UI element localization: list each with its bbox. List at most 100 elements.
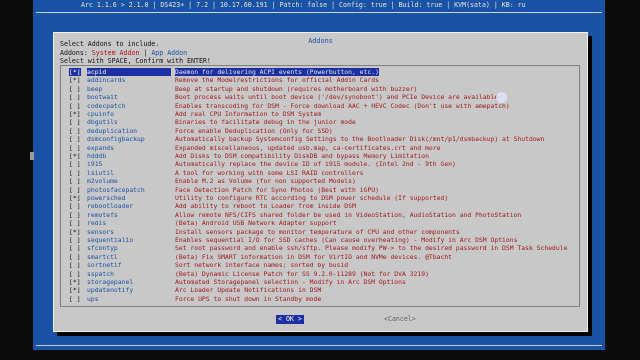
addon-checkbox[interactable]: [ ] xyxy=(69,261,81,269)
addon-name: photosfacepatch xyxy=(87,185,145,194)
addon-row-cpuinfo[interactable]: [*] cpuinfo Add real CPU Information to DS… xyxy=(61,110,579,118)
addon-row-photosfacepatch[interactable]: [ ] photosfacepatch Face Detection Patch f… xyxy=(61,186,579,194)
addon-description: Add Disks to DSM compatibility DiskDB an… xyxy=(175,152,575,160)
addon-row-sspatch[interactable]: [ ] sspatch (Beta) Dynamic License Patch f… xyxy=(61,270,579,278)
addon-checkbox[interactable]: [ ] xyxy=(69,118,81,126)
addon-row-lsiutil[interactable]: [ ] lsiutil A tool for working with some L… xyxy=(61,169,579,177)
addon-description: Binaries to facilitate debug in the juni… xyxy=(175,118,575,126)
addon-description-text: (Beta) Dynamic License Patch for SS 9.2.… xyxy=(175,269,429,278)
addon-row-storagepanel[interactable]: [*] storagepanel Automated Storagepanel se… xyxy=(61,278,579,286)
addon-name: hdddb xyxy=(87,152,107,160)
addon-checkbox[interactable]: [ ] xyxy=(69,102,81,110)
addon-checkbox[interactable]: [ ] xyxy=(69,85,81,93)
ok-button[interactable]: < OK > xyxy=(276,315,304,324)
addon-description: Install sensors package to monitor tempe… xyxy=(175,228,575,236)
addon-description-text: Enables sequential I/O for SSD caches (C… xyxy=(175,236,518,244)
addon-checkbox[interactable]: [ ] xyxy=(69,127,81,135)
addon-description: Automatically backup Systemconfig Settin… xyxy=(175,135,575,143)
addon-row-sensors[interactable]: [*] sensors Install sensors package to mon… xyxy=(61,228,579,236)
addon-checkbox[interactable]: [ ] xyxy=(69,295,81,303)
addons-label: Addons: xyxy=(60,48,92,57)
addon-description: Force enable Deduplication (Only for SSD… xyxy=(175,127,575,135)
addon-description: Daemon for delivering ACPI events (Power… xyxy=(175,68,575,76)
addon-row-rebootloader[interactable]: [ ] rebootloader Add ability to reboot to … xyxy=(61,202,579,210)
addon-row-ups[interactable]: [ ] ups Force UPS to shut down in Standby … xyxy=(61,295,579,303)
addon-checkbox[interactable]: [ ] xyxy=(69,270,81,278)
addon-description-text: Expanded miscellaneous, updated usb.map,… xyxy=(175,143,441,152)
addon-row-acpid[interactable]: [*] acpid Daemon for delivering ACPI event… xyxy=(61,68,579,77)
addon-checkbox[interactable]: [*] xyxy=(69,278,81,286)
addon-description: Automated Storagepanel selection - Modif… xyxy=(175,278,575,286)
addon-checkbox[interactable]: [*] xyxy=(69,68,81,77)
addon-checkbox[interactable]: [ ] xyxy=(69,169,81,177)
addon-row-smartctl[interactable]: [ ] smartctl (Beta) Fix SMART information … xyxy=(61,253,579,261)
addon-checkbox[interactable]: [ ] xyxy=(69,160,81,168)
addon-checkbox[interactable]: [ ] xyxy=(69,244,81,252)
addon-checkbox[interactable]: [ ] xyxy=(69,177,81,185)
addon-description-text: Allow remote NFS/CIFS shared folder be u… xyxy=(175,210,522,219)
addon-row-i915[interactable]: [ ] i915 Automatically replace the device … xyxy=(61,160,579,168)
addon-description: Remove the Modelrestrictions for officia… xyxy=(175,76,575,84)
addon-description-text: Binaries to facilitate debug in the juni… xyxy=(175,118,356,127)
addon-row-sequentialio[interactable]: [ ] sequentialio Enables sequential I/O fo… xyxy=(61,236,579,244)
addon-row-dbgutils[interactable]: [ ] dbgutils Binaries to facilitate debug … xyxy=(61,118,579,126)
addon-row-updatenotify[interactable]: [*] updatenotify Arc Loader Update Notific… xyxy=(61,286,579,294)
addon-row-sortnetif[interactable]: [ ] sortnetif Sort network interface names… xyxy=(61,261,579,269)
addon-checkbox[interactable]: [ ] xyxy=(69,236,81,244)
addon-checkbox[interactable]: [*] xyxy=(69,286,81,294)
cancel-button[interactable]: <Cancel> xyxy=(384,315,416,324)
addon-name: codecpatch xyxy=(87,101,126,110)
addon-description: Enable M.2 as Volume (for non supported … xyxy=(175,177,575,185)
addon-checkbox[interactable]: [ ] xyxy=(69,219,81,227)
addon-checkbox[interactable]: [ ] xyxy=(69,93,81,101)
addon-description-text: Utility to configure RTC according to DS… xyxy=(175,194,449,202)
addon-description-text: Automatically backup Systemconfig Settin… xyxy=(175,135,545,144)
addons-system-label: System Addon xyxy=(91,48,140,57)
addon-checkbox[interactable]: [ ] xyxy=(69,144,81,152)
top-border xyxy=(36,12,602,13)
addon-description: Force UPS to shut down in Standby mode xyxy=(175,295,575,303)
addon-row-powersched[interactable]: [*] powersched Utility to configure RTC ac… xyxy=(61,194,579,202)
addon-row-dsmconfigbackup[interactable]: [ ] dsmconfigbackup Automatically backup S… xyxy=(61,135,579,143)
addon-checkbox[interactable]: [*] xyxy=(69,194,81,202)
addon-name: addincards xyxy=(87,76,126,85)
addon-description-text: Add Disks to DSM compatibility DiskDB an… xyxy=(175,152,429,160)
addon-checkbox[interactable]: [ ] xyxy=(69,135,81,143)
dialog-intro: Select Addons to include. Addons: System… xyxy=(60,40,211,66)
addon-row-sfcontyp[interactable]: [ ] sfcontyp Set root password and enable … xyxy=(61,244,579,252)
addon-description-text: Set root password and enable ssh/sftp. P… xyxy=(175,244,568,253)
addon-checkbox[interactable]: [*] xyxy=(69,228,81,236)
intro-line-2: Addons: System Addon | App Addon xyxy=(60,49,211,58)
addon-description-text: Daemon for delivering ACPI events (Power… xyxy=(175,68,379,76)
addon-row-hdddb[interactable]: [*] hdddb Add Disks to DSM compatibility D… xyxy=(61,152,579,160)
addon-description: Automatically replace the device ID of i… xyxy=(175,160,575,168)
addon-row-expands[interactable]: [ ] expands Expanded miscellaneous, update… xyxy=(61,144,579,152)
addon-name: redis xyxy=(87,219,107,228)
addon-name: expands xyxy=(87,143,114,152)
addon-name: acpid xyxy=(87,68,171,77)
addon-row-redis[interactable]: [ ] redis (Beta) Android USB Network Adapt… xyxy=(61,219,579,227)
addon-checkbox[interactable]: [ ] xyxy=(69,186,81,194)
addon-checkbox[interactable]: [ ] xyxy=(69,253,81,261)
dialog-title-text: Addons xyxy=(305,37,336,45)
addon-row-addincards[interactable]: [*] addincards Remove the Modelrestriction… xyxy=(61,76,579,84)
addon-name: storagepanel xyxy=(87,278,134,286)
addon-description: (Beta) Dynamic License Patch for SS 9.2.… xyxy=(175,270,575,278)
addon-description: Utility to configure RTC according to DS… xyxy=(175,194,575,202)
addon-checkbox[interactable]: [ ] xyxy=(69,202,81,210)
addons-dialog: Addons Select Addons to include. Addons:… xyxy=(53,32,588,332)
addon-name: updatenotify xyxy=(87,286,134,295)
addon-checkbox[interactable]: [ ] xyxy=(69,211,81,219)
addon-name: bootwait xyxy=(87,93,118,102)
addon-description-text: Force enable Deduplication (Only for SSD… xyxy=(175,126,333,135)
addon-description: Arc Loader Update Notifications in DSM xyxy=(175,286,575,294)
addon-checkbox[interactable]: [*] xyxy=(69,76,81,84)
addons-separator: | xyxy=(139,48,152,57)
addon-row-remotefs[interactable]: [ ] remotefs Allow remote NFS/CIFS shared … xyxy=(61,211,579,219)
bottom-border xyxy=(36,345,602,346)
addon-checkbox[interactable]: [*] xyxy=(69,110,81,118)
button-bar: < OK > <Cancel> xyxy=(54,315,587,325)
addon-row-m2volume[interactable]: [ ] m2volume Enable M.2 as Volume (for non… xyxy=(61,177,579,185)
addon-checkbox[interactable]: [*] xyxy=(69,152,81,160)
addon-row-deduplication[interactable]: [ ] deduplication Force enable Deduplicati… xyxy=(61,127,579,135)
